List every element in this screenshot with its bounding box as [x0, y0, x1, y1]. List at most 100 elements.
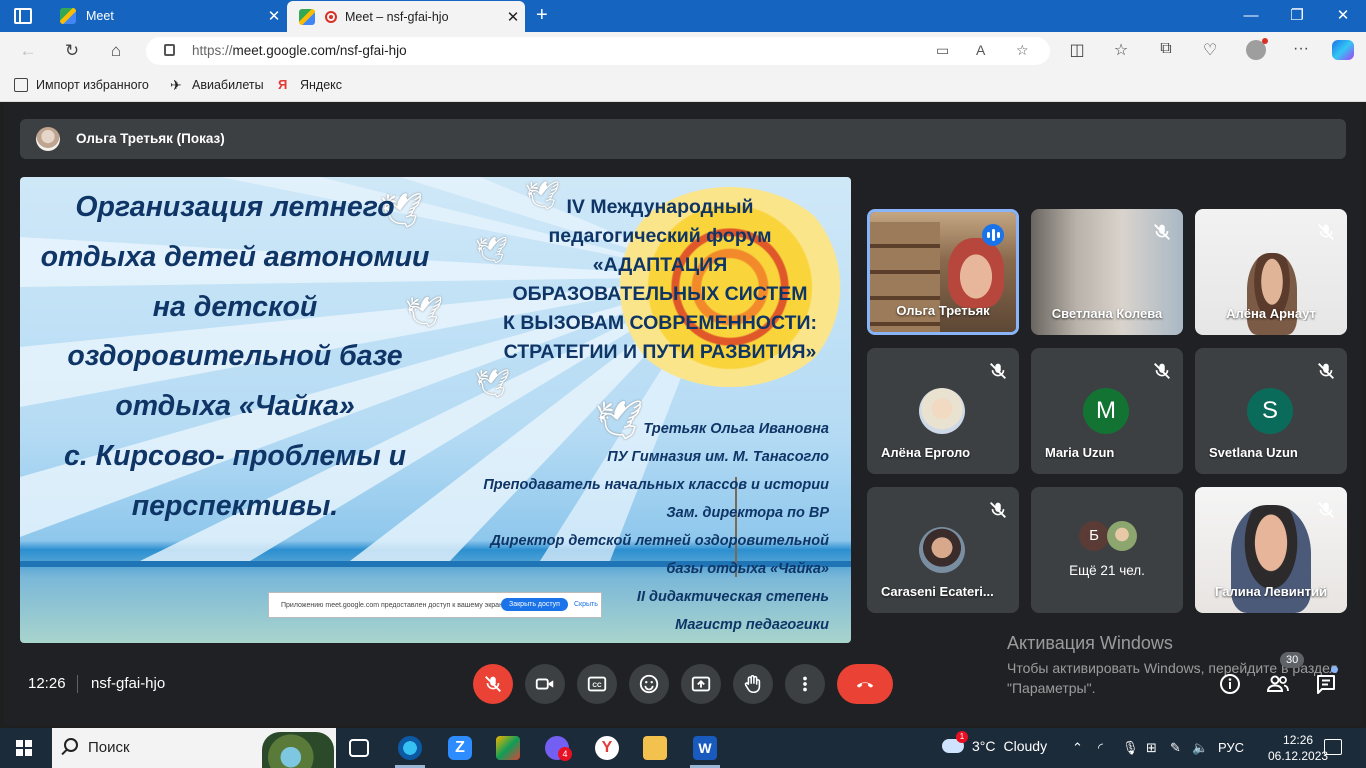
tab-title: Meet — [86, 9, 114, 23]
participant-tile[interactable]: S Svetlana Uzun — [1195, 348, 1347, 474]
word-icon[interactable]: W — [693, 736, 717, 760]
notifications-icon[interactable] — [1324, 739, 1342, 755]
back-button[interactable]: ← — [16, 40, 40, 62]
browser-tab-strip: Meet ✕ Meet – nsf-gfai-hjo ✕ + — ❐ ✕ — [0, 0, 1366, 32]
volume-icon[interactable]: 🔈 — [1192, 740, 1208, 756]
task-view-icon[interactable] — [349, 739, 369, 757]
favorite-label: Яндекс — [300, 78, 343, 92]
close-tab-icon[interactable]: ✕ — [262, 7, 286, 25]
taskbar-search[interactable]: Поиск — [52, 728, 336, 768]
favorites-icon[interactable]: ☆ — [1110, 40, 1132, 60]
wifi-icon[interactable]: ◜ — [1098, 740, 1103, 756]
people-icon — [1266, 675, 1289, 692]
search-icon — [64, 738, 78, 752]
lock-icon[interactable] — [164, 44, 175, 56]
settings-more-icon[interactable]: ··· — [1290, 40, 1312, 58]
participant-name: Алёна Арнаут — [1226, 306, 1316, 321]
more-participants-tile[interactable]: Б Ещё 21 чел. — [1031, 487, 1183, 613]
stop-sharing-button[interactable]: Закрыть доступ — [501, 598, 568, 611]
close-tab-icon[interactable]: ✕ — [501, 8, 525, 26]
leave-call-button[interactable] — [837, 664, 893, 704]
screen-share-notice: Приложению meet.google.com предоставлен … — [268, 592, 602, 618]
network-icon[interactable]: ⊞ — [1146, 740, 1157, 756]
people-button[interactable] — [1264, 670, 1292, 698]
mic-off-icon — [1315, 221, 1337, 243]
camera-toggle-button[interactable] — [525, 664, 565, 704]
participant-name: Maria Uzun — [1045, 445, 1115, 460]
viber-icon[interactable]: 4 — [545, 736, 572, 761]
favorite-aviabilety[interactable]: ✈ Авиабилеты — [170, 78, 264, 92]
read-aloud-icon[interactable]: A — [976, 42, 985, 58]
split-screen-icon[interactable]: ◫ — [1066, 40, 1088, 60]
chat-icon — [1317, 675, 1335, 694]
shared-screen[interactable]: 🕊 🕊 🕊 🕊 🕊 🕊 Организация летнего отдыха д… — [20, 177, 851, 643]
tab-actions-icon[interactable] — [14, 8, 32, 24]
system-clock[interactable]: 12:26 06.12.2023 — [1268, 732, 1328, 764]
participant-tile[interactable]: Ольга Третьяк — [867, 209, 1019, 335]
favorite-import[interactable]: Импорт избранного — [14, 78, 149, 92]
pen-icon[interactable]: ✎ — [1170, 740, 1181, 756]
chevron-up-icon[interactable]: ⌃ — [1072, 740, 1083, 756]
microphone-icon[interactable]: 🎙 — [1122, 740, 1139, 756]
search-highlight-image — [262, 732, 334, 768]
hang-up-icon — [856, 682, 874, 688]
participant-tile[interactable]: Светлана Колева — [1031, 209, 1183, 335]
hide-notice-button[interactable]: Скрыть — [574, 601, 598, 608]
reactions-button[interactable] — [629, 664, 669, 704]
participant-tile[interactable]: Caraseni Ecateri... — [867, 487, 1019, 613]
start-button[interactable] — [16, 740, 32, 756]
raise-hand-button[interactable] — [733, 664, 773, 704]
present-screen-button[interactable] — [681, 664, 721, 704]
close-window-button[interactable]: ✕ — [1320, 0, 1366, 32]
participant-tile[interactable]: Галина Левинтий — [1195, 487, 1347, 613]
favorite-star-icon[interactable]: ☆ — [1016, 42, 1029, 59]
meeting-details-button[interactable] — [1216, 670, 1244, 698]
address-field[interactable]: https://meet.google.com/nsf-gfai-hjo ▭ A… — [146, 37, 1050, 65]
more-options-button[interactable] — [785, 664, 825, 704]
file-explorer-icon[interactable] — [643, 736, 667, 760]
participant-avatar — [919, 527, 965, 573]
minimize-button[interactable]: — — [1228, 0, 1274, 32]
yandex-browser-icon[interactable]: Y — [595, 736, 619, 760]
participant-name: Светлана Колева — [1051, 306, 1163, 321]
mic-off-icon — [485, 676, 501, 692]
tab-meet-active[interactable]: Meet – nsf-gfai-hjo ✕ — [287, 1, 525, 32]
camera-in-use-icon[interactable]: ▭ — [936, 42, 949, 59]
language-indicator[interactable]: РУС — [1218, 740, 1244, 755]
copilot-icon[interactable] — [1332, 40, 1354, 60]
clock-time: 12:26 — [1283, 733, 1314, 747]
new-tab-button[interactable]: + — [536, 4, 548, 27]
home-button[interactable]: ⌂ — [104, 40, 128, 62]
participant-tile[interactable]: Алёна Ерголо — [867, 348, 1019, 474]
chat-button[interactable] — [1312, 670, 1340, 698]
mic-off-icon — [987, 499, 1009, 521]
restore-button[interactable]: ❐ — [1274, 0, 1320, 32]
participant-initial-avatar: S — [1247, 388, 1293, 434]
edge-browser-icon[interactable] — [398, 736, 422, 760]
weather-condition: Cloudy — [1003, 738, 1048, 754]
participant-avatar — [919, 388, 965, 434]
participant-name: Caraseni Ecateri... — [881, 584, 994, 599]
zoom-icon[interactable]: Z — [448, 736, 472, 760]
mic-off-icon — [987, 360, 1009, 382]
captions-button[interactable]: CC — [577, 664, 617, 704]
refresh-button[interactable]: ↻ — [60, 40, 84, 62]
participant-name: Галина Левинтий — [1215, 584, 1327, 599]
share-notice-text: Приложению meet.google.com предоставлен … — [281, 601, 508, 609]
speaking-indicator-icon — [982, 224, 1004, 246]
participant-tile[interactable]: Алёна Арнаут — [1195, 209, 1347, 335]
collections-icon[interactable]: ⧉ — [1155, 40, 1177, 58]
microphone-toggle-button[interactable] — [473, 664, 513, 704]
profile-avatar[interactable] — [1246, 38, 1268, 60]
weather-widget[interactable]: 1 3°C Cloudy — [942, 731, 1048, 754]
tab-meet[interactable]: Meet ✕ — [48, 0, 286, 32]
google-meet-icon — [60, 8, 76, 24]
favorite-yandex[interactable]: Я Яндекс — [278, 78, 343, 93]
emoji-icon — [639, 674, 659, 694]
favorite-label: Импорт избранного — [36, 78, 149, 92]
photos-app-icon[interactable] — [496, 736, 520, 760]
browser-essentials-icon[interactable]: ♡ — [1199, 40, 1221, 60]
address-toolbar: ← ↻ ⌂ https://meet.google.com/nsf-gfai-h… — [0, 32, 1366, 70]
participant-tile[interactable]: M Maria Uzun — [1031, 348, 1183, 474]
favorite-label: Авиабилеты — [192, 78, 264, 92]
